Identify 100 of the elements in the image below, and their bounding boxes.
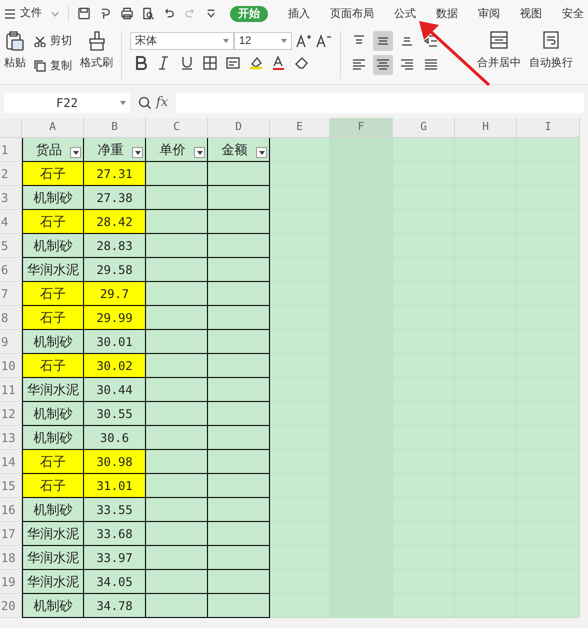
table-cell: 29.58	[84, 258, 146, 282]
table-cell	[146, 594, 208, 618]
menu-icon	[4, 8, 16, 18]
table-cell	[208, 402, 270, 426]
row-header[interactable]: 2	[0, 162, 22, 186]
font-size-field[interactable]: 12	[234, 32, 292, 50]
column-header[interactable]: F	[330, 118, 393, 138]
ribbon-tab[interactable]: 插入	[288, 6, 310, 20]
grid-cell	[517, 354, 580, 378]
filter-button[interactable]	[194, 147, 205, 158]
chevron-down-icon[interactable]	[51, 10, 60, 16]
grid-cell	[517, 498, 580, 522]
wrap-text-button[interactable]: 自动换行	[529, 27, 573, 72]
row-header[interactable]: 8	[0, 306, 22, 330]
align-button[interactable]	[373, 31, 393, 51]
paste-button[interactable]: 粘贴	[4, 31, 26, 72]
ribbon-tab[interactable]: 数据	[436, 6, 458, 20]
underline-icon[interactable]	[180, 56, 194, 70]
row-header[interactable]: 16	[0, 498, 22, 522]
align-button[interactable]	[373, 55, 393, 75]
decrease-font-icon[interactable]	[316, 34, 332, 48]
table-cell: 华润水泥	[22, 378, 84, 402]
preview-icon[interactable]	[142, 7, 154, 20]
row-header[interactable]: 20	[0, 594, 22, 618]
column-header[interactable]: A	[22, 118, 84, 138]
format-painter-button[interactable]: 格式刷	[80, 27, 113, 72]
row-header[interactable]: 19	[0, 570, 22, 594]
align-right-icon	[400, 58, 414, 72]
dropdown-icon[interactable]	[204, 7, 217, 20]
row-header[interactable]: 18	[0, 546, 22, 570]
ribbon-tab[interactable]: 安全	[562, 6, 584, 20]
ribbon-tab[interactable]: 视图	[520, 6, 542, 20]
ribbon-tab[interactable]: 公式	[394, 6, 416, 20]
filter-button[interactable]	[256, 147, 267, 158]
filter-button[interactable]	[132, 147, 143, 158]
grid-cell	[517, 474, 580, 498]
ribbon-tab[interactable]: 审阅	[478, 6, 500, 20]
row-header[interactable]: 1	[0, 138, 22, 162]
row-header[interactable]: 9	[0, 330, 22, 354]
italic-icon[interactable]	[157, 56, 171, 70]
grid-cell	[270, 330, 330, 354]
row-header[interactable]: 7	[0, 282, 22, 306]
row-header[interactable]: 3	[0, 186, 22, 210]
cut-button[interactable]: 剪切	[34, 33, 72, 50]
save-icon[interactable]	[78, 7, 90, 20]
grid-cell	[330, 594, 393, 618]
column-header[interactable]: B	[84, 118, 146, 138]
row-header[interactable]: 12	[0, 402, 22, 426]
cell-style-icon[interactable]	[226, 56, 240, 70]
zoom-icon[interactable]	[138, 96, 152, 110]
file-menu-button[interactable]: 文件	[4, 5, 42, 22]
grid-cell	[270, 498, 330, 522]
ribbon-tab[interactable]: 开始	[230, 6, 268, 22]
font-color-icon[interactable]	[272, 56, 286, 70]
copy-icon	[34, 60, 46, 72]
table-header-cell: 净重	[84, 138, 146, 162]
grid-cell	[270, 282, 330, 306]
table-cell	[208, 306, 270, 330]
table-cell: 机制砂	[22, 186, 84, 210]
column-header[interactable]: E	[270, 118, 330, 138]
row-header[interactable]: 5	[0, 234, 22, 258]
row-header[interactable]: 14	[0, 450, 22, 474]
row-header[interactable]: 13	[0, 426, 22, 450]
font-field[interactable]: 宋体	[130, 32, 234, 50]
undo-icon[interactable]	[162, 7, 175, 20]
row-header[interactable]: 17	[0, 522, 22, 546]
table-cell: 华润水泥	[22, 546, 84, 570]
column-header[interactable]: G	[393, 118, 455, 138]
increase-font-icon[interactable]	[296, 34, 312, 48]
column-header[interactable]: C	[146, 118, 208, 138]
column-header[interactable]: H	[455, 118, 517, 138]
eraser-icon[interactable]	[295, 56, 309, 70]
print-icon[interactable]	[120, 7, 133, 20]
ribbon-tab[interactable]: 页面布局	[330, 6, 374, 20]
table-cell: 28.42	[84, 210, 146, 234]
borders-icon[interactable]	[203, 56, 217, 70]
copy-button[interactable]: 复制	[34, 58, 72, 74]
fill-color-icon[interactable]	[249, 56, 263, 70]
caret-icon	[258, 150, 264, 154]
row-header[interactable]: 11	[0, 378, 22, 402]
column-header[interactable]: D	[208, 118, 270, 138]
column-header[interactable]: I	[517, 118, 580, 138]
grid-cell	[270, 474, 330, 498]
bold-icon[interactable]	[134, 56, 148, 70]
grid-cell	[270, 546, 330, 570]
table-cell: 33.97	[84, 546, 146, 570]
grid-cell	[517, 306, 580, 330]
table-cell	[208, 594, 270, 618]
fx-label[interactable]: fx	[156, 92, 168, 112]
row-header[interactable]: 10	[0, 354, 22, 378]
row-header[interactable]: 15	[0, 474, 22, 498]
merge-button[interactable]: 合并居中	[477, 27, 521, 72]
row-header[interactable]: 4	[0, 210, 22, 234]
name-box[interactable]: F22	[4, 92, 130, 112]
row-header[interactable]: 6	[0, 258, 22, 282]
table-cell	[146, 186, 208, 210]
filter-button[interactable]	[70, 147, 81, 158]
table-cell: 石子	[22, 282, 84, 306]
table-cell	[208, 498, 270, 522]
grid-cell	[517, 258, 580, 282]
